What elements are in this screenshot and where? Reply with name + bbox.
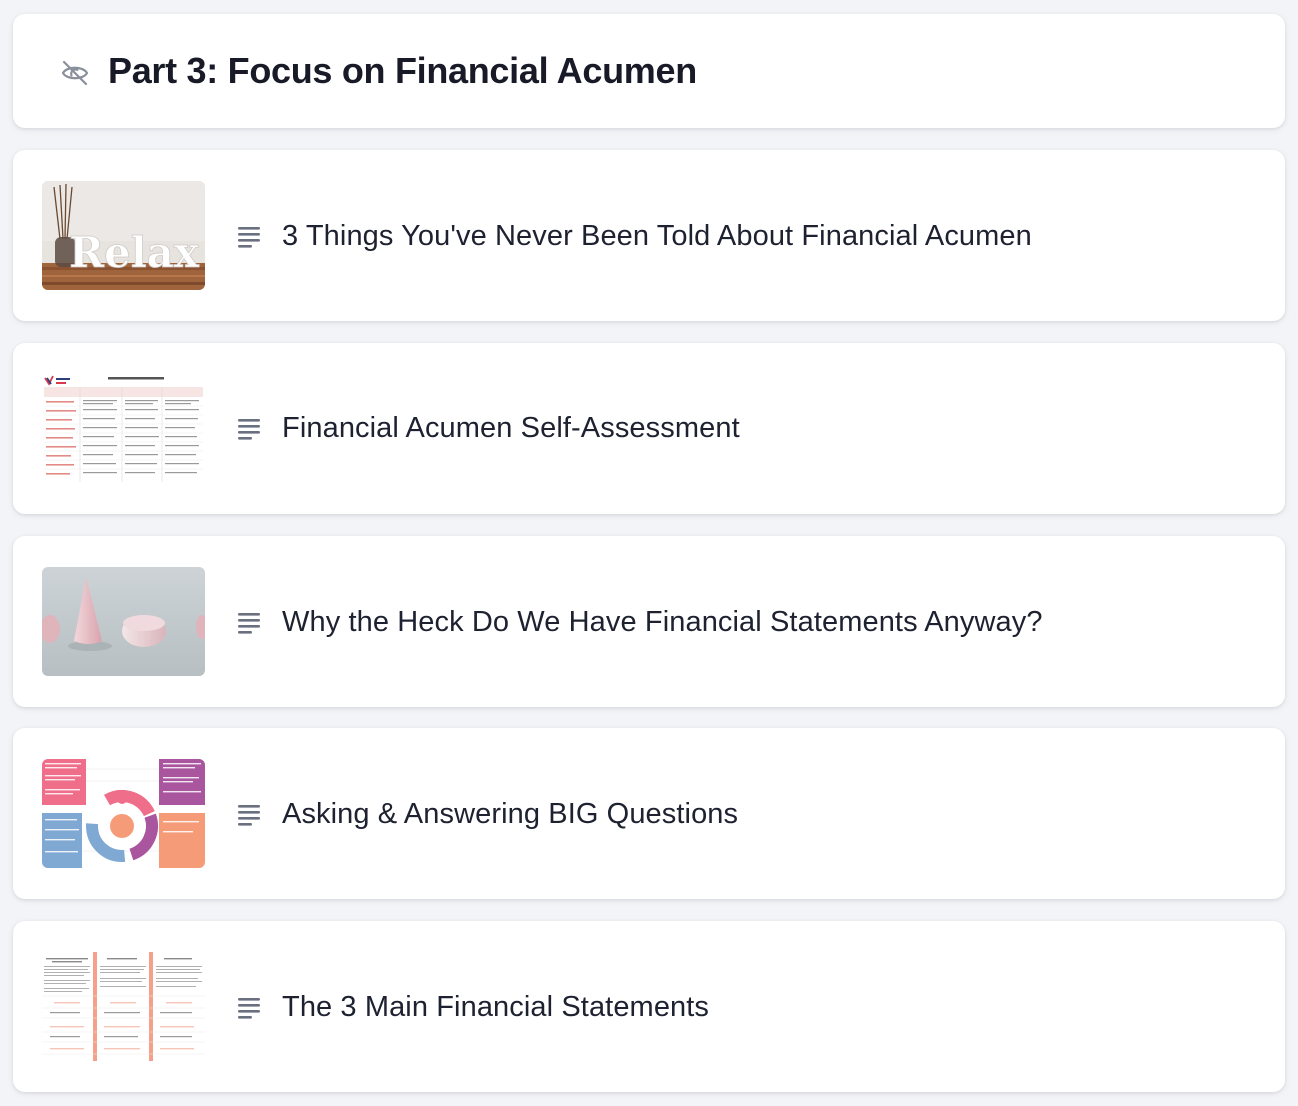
section-header[interactable]: Part 3: Focus on Financial Acumen: [13, 14, 1285, 128]
lesson-item[interactable]: Financial Acumen Self-Assessment: [13, 343, 1285, 514]
relax-text: Relax: [69, 228, 200, 277]
self-assessment-table-thumbnail: [42, 374, 205, 483]
lesson-item[interactable]: The 3 Main Financial Statements: [13, 921, 1285, 1092]
text-lines-icon: [237, 416, 261, 440]
section-title: Part 3: Focus on Financial Acumen: [108, 50, 697, 91]
text-lines-icon: [237, 610, 261, 634]
lesson-item[interactable]: Why the Heck Do We Have Financial Statem…: [13, 536, 1285, 707]
text-lines-icon: [237, 802, 261, 826]
lesson-title[interactable]: Financial Acumen Self-Assessment: [282, 412, 740, 445]
lesson-title[interactable]: 3 Things You've Never Been Told About Fi…: [282, 220, 1032, 253]
lesson-title[interactable]: Asking & Answering BIG Questions: [282, 798, 738, 831]
lesson-title[interactable]: Why the Heck Do We Have Financial Statem…: [282, 606, 1043, 639]
financial-statements-table-thumbnail: [42, 952, 205, 1061]
text-lines-icon: [237, 995, 261, 1019]
text-lines-icon: [237, 224, 261, 248]
lesson-item[interactable]: Relax 3 Things You've Never Been Told Ab…: [13, 150, 1285, 321]
relax-photo-thumbnail: Relax: [42, 181, 205, 290]
lesson-title[interactable]: The 3 Main Financial Statements: [282, 991, 709, 1024]
eye-off-icon: [59, 57, 91, 89]
big-questions-diagram-thumbnail: [42, 759, 205, 868]
lesson-item[interactable]: Asking & Answering BIG Questions: [13, 728, 1285, 899]
pink-shapes-photo-thumbnail: [42, 567, 205, 676]
